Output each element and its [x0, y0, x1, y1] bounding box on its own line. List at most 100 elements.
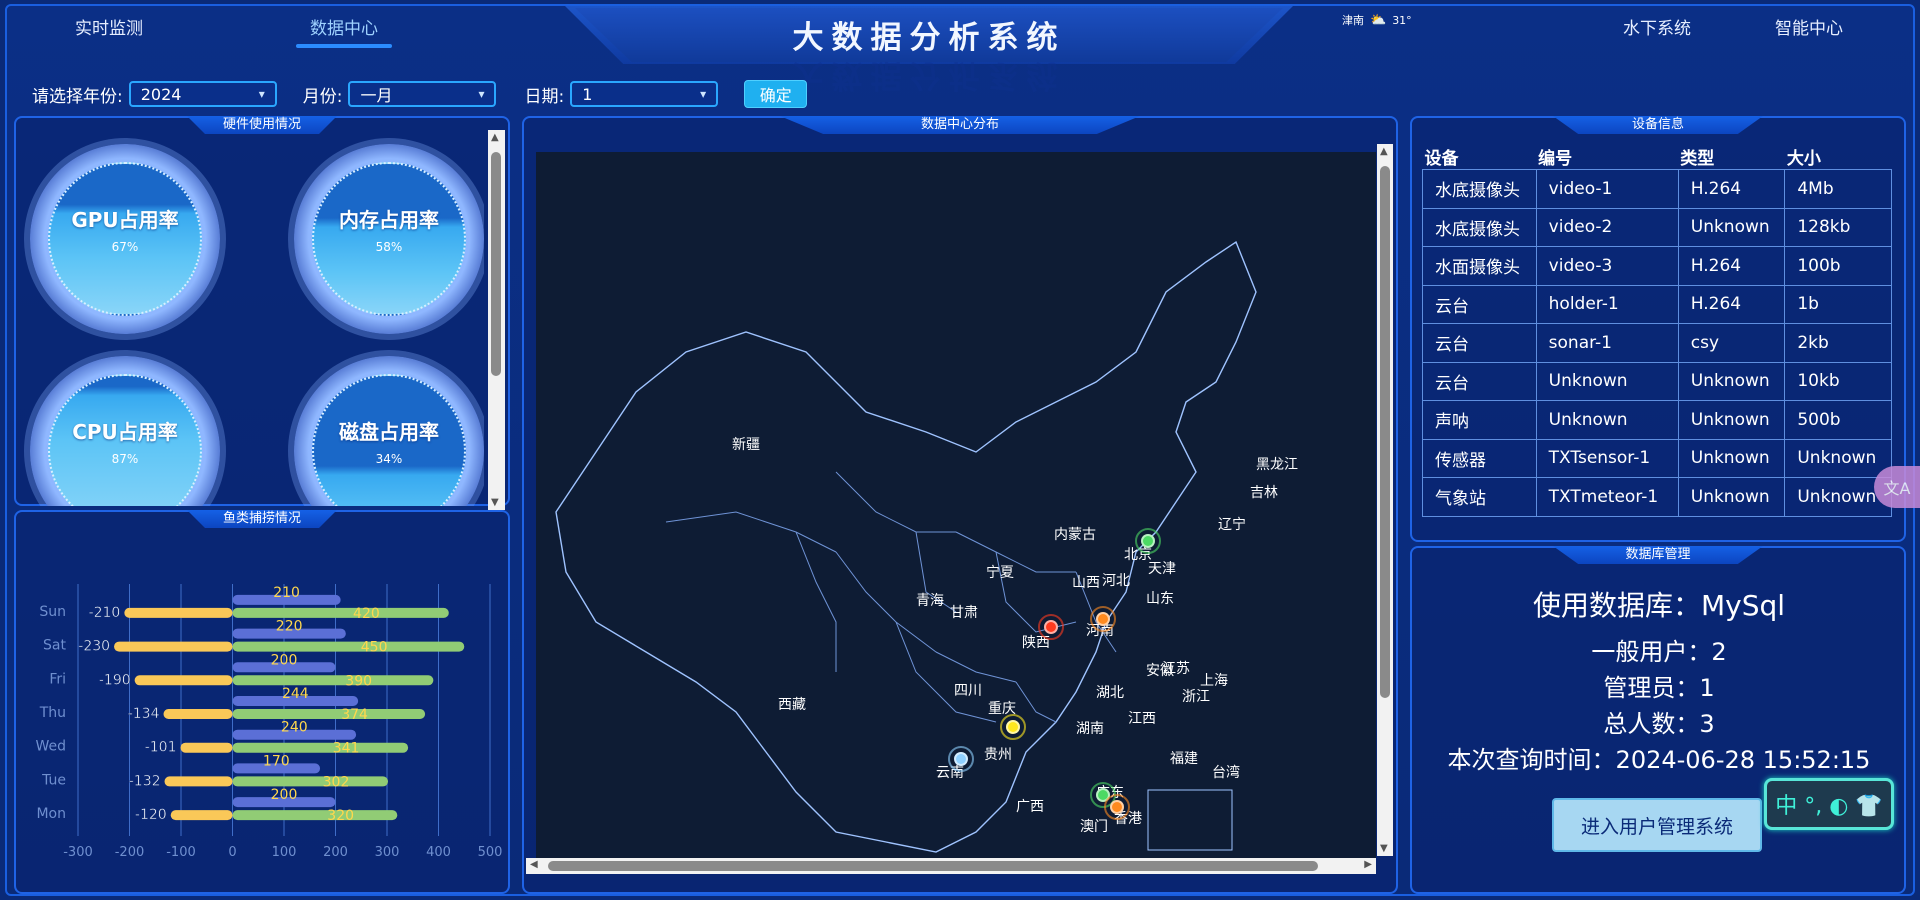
province-label[interactable]: 内蒙古: [1054, 524, 1096, 544]
month-label: 月份:: [302, 86, 343, 107]
nav-datacenter[interactable]: 数据中心: [310, 14, 378, 39]
translate-icon[interactable]: 文A: [1874, 466, 1920, 508]
table-cell: 传感器: [1422, 438, 1537, 478]
year-select[interactable]: 2024 ▾: [128, 81, 277, 107]
bar: [124, 607, 233, 618]
nav-realtime[interactable]: 实时监测: [75, 14, 143, 39]
map-marker[interactable]: [954, 752, 968, 766]
confirm-button[interactable]: 确定: [744, 80, 808, 108]
map-scrollbar-horizontal[interactable]: ◀ ▶: [526, 858, 1376, 874]
table-cell: 声呐: [1422, 400, 1537, 440]
device-table-header: 编号: [1538, 149, 1573, 169]
nav-active-indicator: [296, 44, 392, 48]
map-marker[interactable]: [1006, 720, 1020, 734]
scroll-left-icon[interactable]: ◀: [530, 859, 538, 870]
y-tick-label: Mon: [36, 806, 66, 822]
total-users-count: 总人数：3: [1603, 710, 1715, 738]
table-cell: csy: [1677, 323, 1786, 363]
table-cell: holder-1: [1535, 284, 1679, 324]
table-cell: Unknown: [1677, 361, 1786, 401]
y-tick-label: Thu: [39, 705, 66, 721]
province-label[interactable]: 新疆: [732, 434, 760, 454]
gauge-label: 内存占用率: [339, 208, 439, 232]
day-select[interactable]: 1 ▾: [570, 81, 719, 107]
scroll-thumb[interactable]: [491, 152, 501, 376]
province-label[interactable]: 吉林: [1250, 482, 1278, 502]
x-tick-label: 400: [426, 845, 451, 860]
enter-user-management-button[interactable]: 进入用户管理系统: [1552, 798, 1762, 852]
data-label: -134: [128, 706, 160, 722]
table-cell: Unknown: [1677, 207, 1786, 247]
month-select[interactable]: 一月 ▾: [348, 81, 497, 107]
table-cell: Unknown: [1784, 438, 1892, 478]
province-label[interactable]: 西藏: [778, 694, 806, 714]
map-marker[interactable]: [1110, 800, 1124, 814]
scroll-right-icon[interactable]: ▶: [1364, 859, 1372, 870]
x-tick-label: 0: [228, 845, 236, 860]
table-cell: 500b: [1784, 400, 1892, 440]
table-cell: H.264: [1677, 169, 1786, 209]
province-label[interactable]: 甘肃: [950, 602, 978, 622]
scroll-down-icon[interactable]: ▼: [491, 497, 499, 508]
chevron-down-icon: ▾: [478, 87, 485, 101]
province-label[interactable]: 江苏: [1162, 658, 1190, 678]
province-label[interactable]: 广西: [1016, 796, 1044, 816]
province-label[interactable]: 天津: [1148, 558, 1176, 578]
weather-city: 津南: [1342, 14, 1364, 27]
province-label[interactable]: 湖北: [1096, 682, 1124, 702]
province-label[interactable]: 青海: [916, 590, 944, 610]
map-marker[interactable]: [1096, 612, 1110, 626]
province-label[interactable]: 台湾: [1212, 762, 1240, 782]
map-marker[interactable]: [1141, 534, 1155, 548]
province-label[interactable]: 福建: [1170, 748, 1198, 768]
year-value: 2024: [140, 84, 182, 104]
hardware-scrollbar[interactable]: ▲ ▼: [488, 130, 505, 510]
ime-toolbar[interactable]: 中 °, ◐ 👕: [1764, 778, 1894, 830]
y-tick-label: Sat: [43, 638, 66, 654]
table-row: 水面摄像头 video-3 H.264 100b: [1422, 246, 1892, 286]
province-label[interactable]: 山东: [1146, 588, 1174, 608]
province-label[interactable]: 山西: [1072, 572, 1100, 592]
data-label: 220: [276, 619, 303, 635]
province-label[interactable]: 湖南: [1076, 718, 1104, 738]
scroll-thumb[interactable]: [1380, 166, 1390, 698]
year-label: 请选择年份:: [32, 86, 123, 107]
province-label[interactable]: 江西: [1128, 708, 1156, 728]
x-tick-label: -300: [63, 845, 93, 860]
province-label[interactable]: 河北: [1102, 570, 1130, 590]
scroll-down-icon[interactable]: ▼: [1380, 843, 1388, 854]
province-label[interactable]: 宁夏: [986, 562, 1014, 582]
table-cell: Unknown: [1677, 438, 1786, 478]
data-label: 302: [323, 774, 350, 790]
admins-count: 管理员：1: [1603, 674, 1715, 702]
nav-intelligence[interactable]: 智能中心: [1775, 14, 1843, 39]
province-label[interactable]: 辽宁: [1218, 514, 1246, 534]
bar: [164, 776, 233, 787]
scroll-thumb[interactable]: [548, 861, 1318, 871]
gauge-area: GPU占用率 67% 内存占用率 58% CPU占用率 87% 磁盘占用率 34…: [24, 136, 484, 506]
data-label: 390: [345, 673, 372, 689]
province-label[interactable]: 贵州: [984, 744, 1012, 764]
china-map[interactable]: 新疆 西藏 青海 甘肃 宁夏 内蒙古 黑龙江 吉林 辽宁 北京 天津 河北 山西 山东 陕西 河南 四川 重庆 湖北…: [536, 152, 1376, 858]
scroll-up-icon[interactable]: ▲: [1380, 146, 1388, 157]
data-label: 374: [341, 707, 368, 723]
table-cell: 气象站: [1422, 477, 1537, 517]
data-label: 240: [281, 720, 308, 736]
bar: [232, 810, 398, 821]
table-cell: 100b: [1784, 246, 1892, 286]
bar: [232, 776, 389, 787]
province-label[interactable]: 四川: [954, 680, 982, 700]
map-marker[interactable]: [1044, 620, 1058, 634]
data-label: 244: [282, 686, 309, 702]
province-label[interactable]: 澳门: [1080, 816, 1108, 836]
nav-underwater[interactable]: 水下系统: [1623, 14, 1691, 39]
x-tick-label: -200: [115, 845, 145, 860]
x-tick-label: 500: [478, 845, 503, 860]
province-label[interactable]: 浙江: [1182, 686, 1210, 706]
map-scrollbar-vertical[interactable]: ▲ ▼: [1377, 144, 1393, 856]
province-label[interactable]: 黑龙江: [1256, 454, 1298, 474]
table-row: 声呐 Unknown Unknown 500b: [1422, 400, 1892, 440]
bar: [232, 641, 465, 652]
scroll-up-icon[interactable]: ▲: [491, 132, 499, 143]
gauge-cpu: CPU占用率 87%: [30, 356, 220, 506]
